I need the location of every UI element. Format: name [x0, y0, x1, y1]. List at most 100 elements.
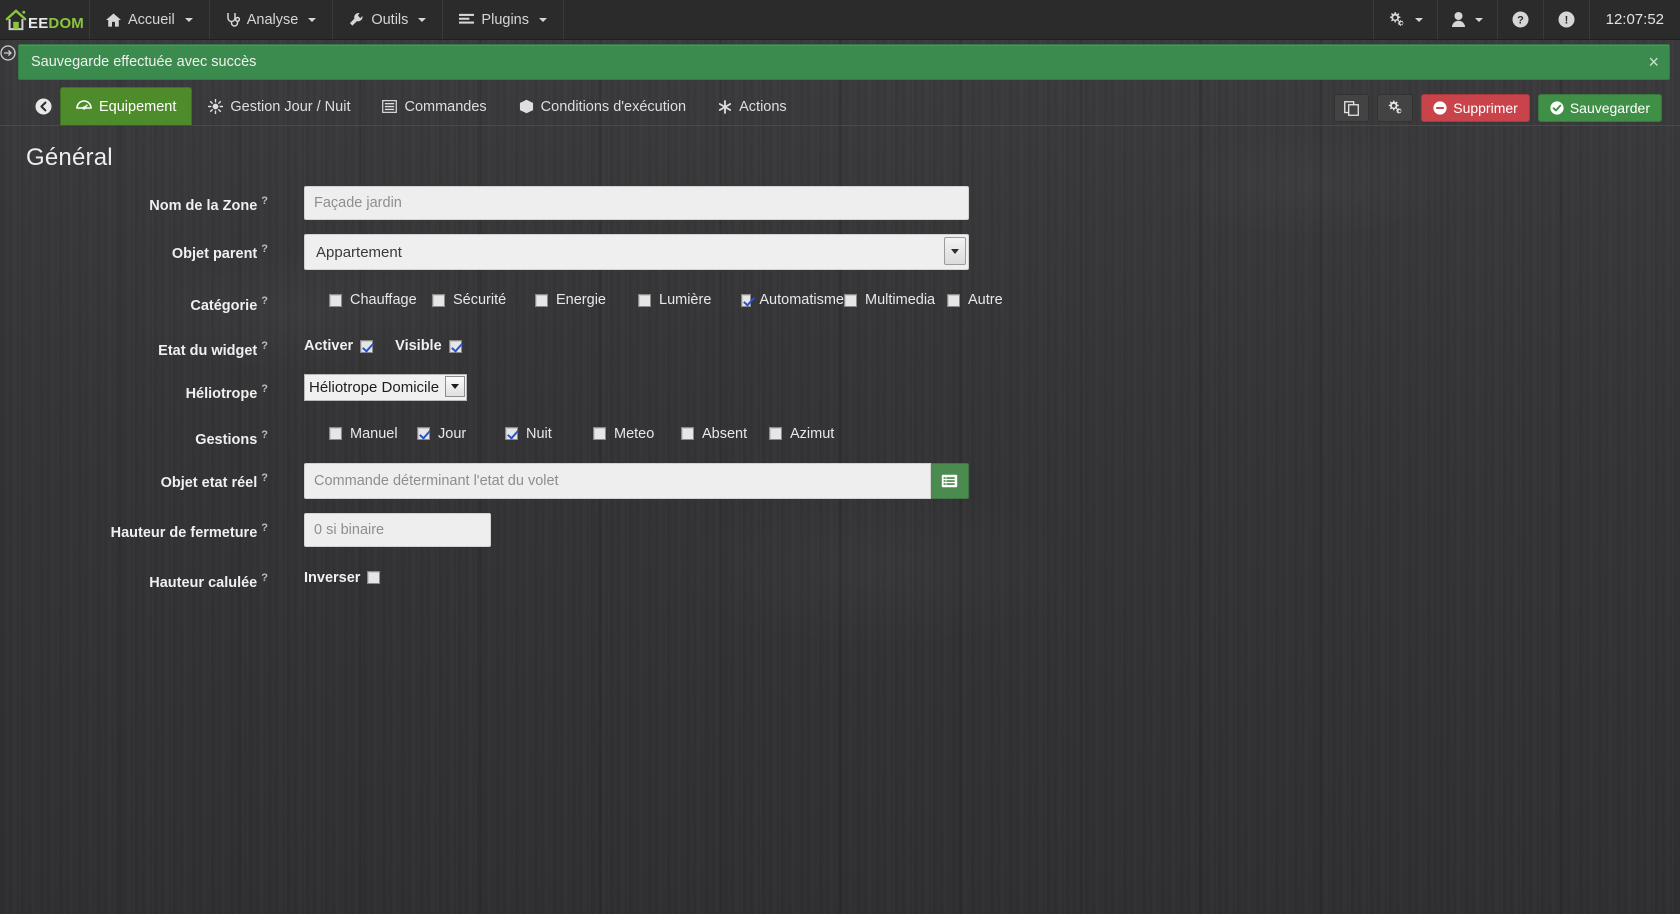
- help-icon[interactable]: ?: [261, 472, 268, 485]
- heliotrope-select[interactable]: Héliotrope Domicile: [304, 374, 467, 402]
- label-objet-parent: Objet parent?: [0, 234, 280, 263]
- delete-button[interactable]: Supprimer: [1421, 94, 1530, 122]
- tab-actions[interactable]: Actions: [702, 87, 803, 125]
- visible-checkbox[interactable]: [448, 339, 462, 353]
- gestions-jour-label: Jour: [438, 425, 467, 442]
- row-hauteur-calulee: Hauteur calulée? Inverser: [0, 561, 1680, 592]
- help-icon[interactable]: ?: [261, 195, 268, 208]
- gestions-azimut-checkbox[interactable]: [769, 427, 782, 441]
- gestions-absent-checkbox[interactable]: [681, 427, 694, 441]
- help-icon[interactable]: ?: [261, 429, 268, 442]
- tab-conditions-execution[interactable]: Conditions d'exécution: [503, 87, 702, 125]
- categorie-automatisme-checkbox[interactable]: [741, 293, 752, 307]
- select-command-button[interactable]: [931, 462, 969, 499]
- categorie-lumiere-checkbox[interactable]: [638, 293, 651, 307]
- chevron-down-icon: [308, 17, 317, 22]
- nom-zone-input[interactable]: [304, 186, 969, 220]
- save-button[interactable]: Sauvegarder: [1537, 94, 1662, 122]
- categorie-energie-checkbox[interactable]: [535, 293, 548, 307]
- back-button[interactable]: [26, 87, 60, 125]
- categorie-item-chauffage[interactable]: Chauffage: [304, 292, 432, 308]
- close-icon[interactable]: ×: [1648, 53, 1659, 71]
- nav-item-outils[interactable]: Outils: [333, 0, 444, 39]
- general-form: Nom de la Zone? Objet parent? Appartemen…: [0, 182, 1680, 592]
- help-icon[interactable]: ?: [261, 295, 268, 308]
- help-icon[interactable]: ?: [261, 243, 268, 256]
- categorie-automatisme-label: Automatisme: [759, 292, 844, 308]
- objet-etat-reel-input[interactable]: [304, 462, 931, 499]
- gestions-item-meteo[interactable]: Meteo: [593, 426, 681, 442]
- gestions-item-absent[interactable]: Absent: [681, 426, 769, 442]
- categorie-chauffage-checkbox[interactable]: [329, 293, 342, 307]
- categorie-item-energie[interactable]: Energie: [535, 292, 638, 308]
- gestions-item-jour[interactable]: Jour: [417, 426, 505, 442]
- delete-button-label: Supprimer: [1453, 100, 1518, 116]
- chevron-down-icon: [1414, 17, 1423, 22]
- label-nom-zone-text: Nom de la Zone: [149, 197, 258, 214]
- label-hauteur-calulee: Hauteur calulée?: [0, 561, 280, 592]
- etat-widget-visible[interactable]: Visible: [395, 338, 462, 354]
- categorie-item-multimedia[interactable]: Multimedia: [844, 292, 947, 308]
- nav-item-info[interactable]: !: [1544, 0, 1590, 39]
- categorie-item-automatisme[interactable]: Automatisme: [741, 292, 844, 308]
- categorie-multimedia-checkbox[interactable]: [844, 293, 857, 307]
- gestions-meteo-checkbox[interactable]: [593, 427, 606, 441]
- home-icon: [106, 12, 121, 27]
- gestions-item-azimut[interactable]: Azimut: [769, 426, 857, 442]
- help-icon[interactable]: ?: [261, 522, 268, 535]
- gears-icon: [1387, 100, 1403, 116]
- user-icon: [1451, 12, 1465, 27]
- sidebar-collapse-icon[interactable]: [0, 45, 16, 61]
- label-hauteur-fermeture: Hauteur de fermeture?: [0, 513, 280, 542]
- nav-item-analyse[interactable]: Analyse: [210, 0, 334, 39]
- gears-icon: [1388, 11, 1405, 28]
- categorie-securite-checkbox[interactable]: [432, 293, 445, 307]
- label-hauteur-calulee-text: Hauteur calulée: [149, 574, 258, 591]
- hauteur-fermeture-input[interactable]: [304, 512, 491, 547]
- house-logo-icon: [5, 8, 27, 32]
- categorie-autre-label: Autre: [968, 292, 1003, 308]
- chevron-down-icon: [418, 17, 427, 22]
- help-icon[interactable]: ?: [261, 572, 268, 585]
- tab-commandes[interactable]: Commandes: [366, 87, 502, 125]
- nav-item-admin[interactable]: [1374, 0, 1438, 39]
- gestions-manuel-checkbox[interactable]: [329, 427, 342, 441]
- nav-item-user[interactable]: [1438, 0, 1498, 39]
- label-gestions: Gestions?: [0, 418, 280, 449]
- categorie-autre-checkbox[interactable]: [947, 293, 960, 307]
- top-navbar: EEDOM Accueil Analyse Outils Plugins ? !…: [0, 0, 1680, 40]
- brand-logo[interactable]: EEDOM: [0, 0, 90, 39]
- categorie-item-securite[interactable]: Sécurité: [432, 292, 535, 308]
- copy-icon: [1344, 100, 1360, 116]
- brand-text-white: EE: [27, 14, 49, 32]
- nav-item-help[interactable]: ?: [1498, 0, 1544, 39]
- inverser-checkbox[interactable]: [367, 571, 381, 585]
- row-gestions: Gestions? Manuel Jour Nuit Meteo Absent …: [0, 418, 1680, 449]
- inverser-label: Inverser: [304, 569, 361, 586]
- activer-checkbox[interactable]: [360, 339, 374, 353]
- configure-button[interactable]: [1377, 94, 1414, 122]
- tab-gestion-jour-nuit[interactable]: Gestion Jour / Nuit: [192, 87, 366, 125]
- cube-icon: [519, 99, 534, 114]
- categorie-item-autre[interactable]: Autre: [947, 292, 1050, 308]
- inverser-toggle[interactable]: Inverser: [304, 569, 381, 586]
- duplicate-button[interactable]: [1334, 94, 1370, 122]
- tab-equipement[interactable]: Equipement: [60, 87, 193, 125]
- label-etat-widget: Etat du widget?: [0, 329, 280, 360]
- nav-item-plugins[interactable]: Plugins: [443, 0, 564, 39]
- gestions-jour-checkbox[interactable]: [417, 427, 430, 441]
- help-icon[interactable]: ?: [261, 340, 268, 353]
- categorie-lumiere-label: Lumière: [659, 292, 712, 308]
- etat-widget-activer[interactable]: Activer: [304, 338, 374, 355]
- etat-widget-activer-label: Activer: [304, 338, 354, 355]
- help-icon[interactable]: ?: [261, 383, 268, 396]
- gestions-item-nuit[interactable]: Nuit: [505, 426, 593, 442]
- objet-parent-select[interactable]: Appartement: [304, 234, 969, 270]
- page-title: Général: [26, 144, 113, 171]
- nav-item-accueil[interactable]: Accueil: [90, 0, 210, 39]
- field-hauteur-calulee: Inverser: [280, 561, 1680, 586]
- gestions-nuit-checkbox[interactable]: [505, 427, 518, 441]
- categorie-item-lumiere[interactable]: Lumière: [638, 292, 741, 308]
- gestions-item-manuel[interactable]: Manuel: [304, 426, 417, 442]
- hauteur-calulee-group: Inverser: [304, 561, 1680, 586]
